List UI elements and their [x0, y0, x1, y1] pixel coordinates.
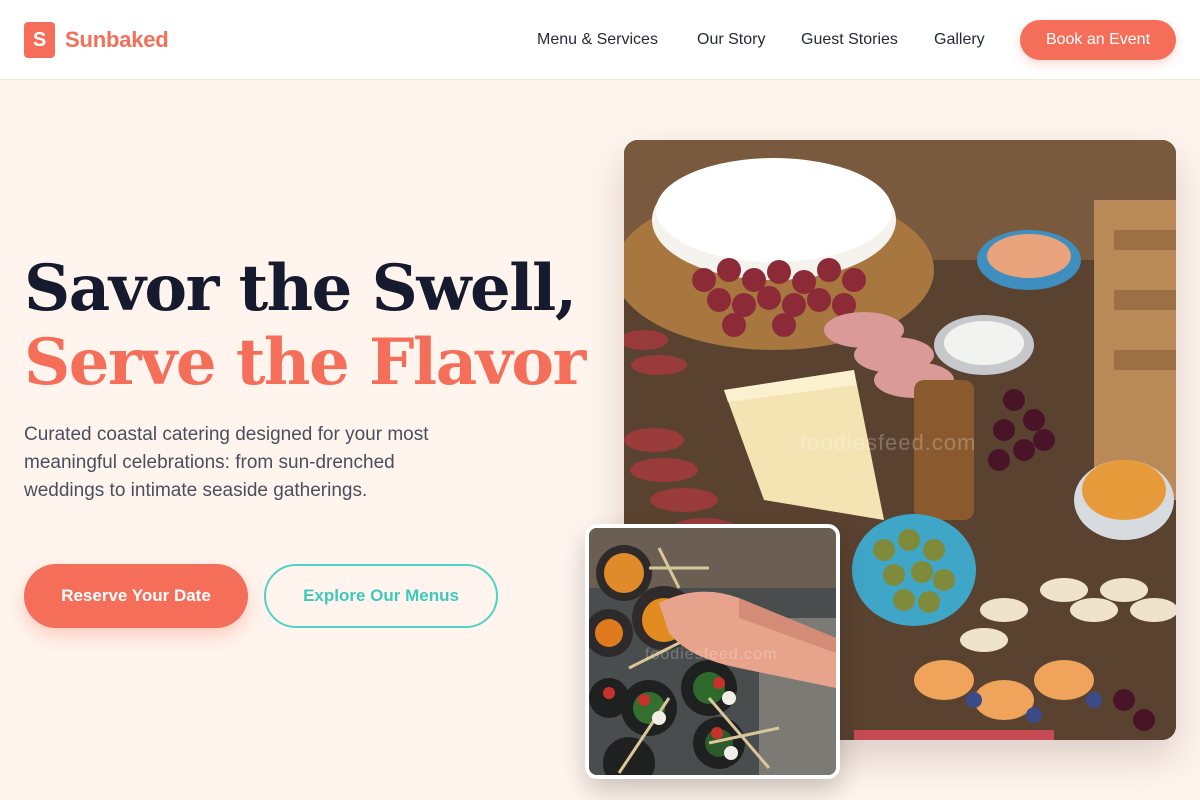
- brand-logo[interactable]: S Sunbaked: [24, 22, 169, 58]
- hero-title-line2: Serve the Flavor: [24, 325, 586, 400]
- main-nav: Menu & Services Our Story Guest Stories …: [537, 29, 988, 51]
- brand-name: Sunbaked: [65, 27, 169, 52]
- logo-mark-icon: S: [24, 22, 55, 58]
- nav-gallery[interactable]: Gallery: [934, 29, 988, 51]
- book-event-button[interactable]: Book an Event: [1020, 20, 1176, 60]
- hero-title-line1: Savor the Swell,: [24, 251, 577, 326]
- hero-title: Savor the Swell, Serve the Flavor: [24, 251, 586, 400]
- cocktail-skewers-photo: foodiesfeed.com: [585, 524, 840, 779]
- site-header: S Sunbaked Menu & Services Our Story Gue…: [0, 0, 1200, 80]
- hero-subtitle: Curated coastal catering designed for yo…: [24, 424, 429, 501]
- small-photo-watermark: foodiesfeed.com: [645, 646, 778, 663]
- explore-menus-button[interactable]: Explore Our Menus: [264, 564, 498, 628]
- nav-menu-services[interactable]: Menu & Services: [537, 29, 664, 51]
- nav-guest-stories[interactable]: Guest Stories: [801, 29, 902, 51]
- main-photo-watermark: foodiesfeed.com: [800, 430, 977, 455]
- reserve-date-button[interactable]: Reserve Your Date: [24, 564, 248, 628]
- nav-our-story[interactable]: Our Story: [697, 29, 769, 51]
